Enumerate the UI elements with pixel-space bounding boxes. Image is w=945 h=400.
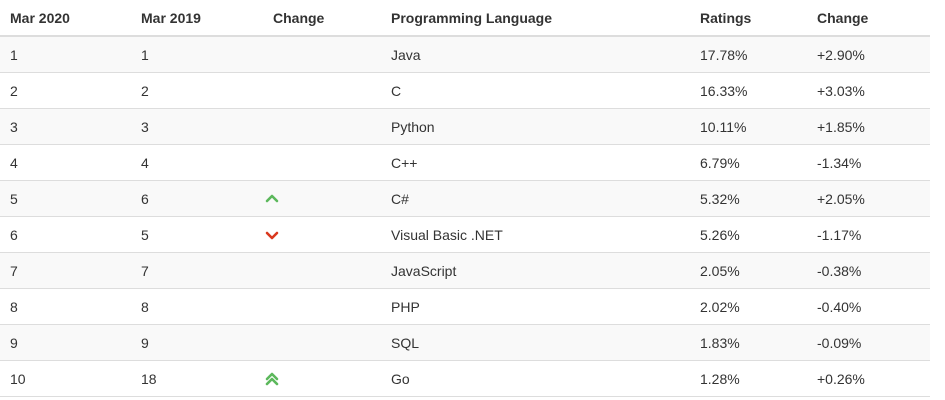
rank-2020-cell: 2 — [0, 72, 131, 109]
ranking-table: Mar 2020 Mar 2019 Change Programming Lan… — [0, 0, 930, 397]
rank-2020-cell: 4 — [0, 144, 131, 181]
col-header-language: Programming Language — [381, 0, 690, 37]
double-chevron-up-icon — [264, 371, 280, 387]
rating-change-cell: -0.38% — [807, 252, 930, 289]
rank-2020-cell: 1 — [0, 35, 131, 73]
rating-cell: 6.79% — [690, 144, 807, 181]
rank-2019-cell: 3 — [131, 108, 263, 145]
rating-change-cell: -1.34% — [807, 144, 930, 181]
table-row: 7 7 JavaScript 2.05% -0.38% — [0, 252, 930, 289]
rating-cell: 5.26% — [690, 216, 807, 253]
trend-cell — [263, 288, 381, 325]
rank-2019-cell: 6 — [131, 180, 263, 217]
chevron-down-icon — [264, 227, 280, 243]
rank-2020-cell: 7 — [0, 252, 131, 289]
rating-cell: 1.83% — [690, 324, 807, 361]
col-header-mar-2019: Mar 2019 — [131, 0, 263, 37]
table-row: 6 5 Visual Basic .NET 5.26% -1.17% — [0, 216, 930, 253]
rating-cell: 17.78% — [690, 35, 807, 73]
rating-cell: 10.11% — [690, 108, 807, 145]
rating-change-cell: +3.03% — [807, 72, 930, 109]
rating-change-cell: +2.05% — [807, 180, 930, 217]
rating-cell: 16.33% — [690, 72, 807, 109]
rank-2019-cell: 2 — [131, 72, 263, 109]
rank-2020-cell: 3 — [0, 108, 131, 145]
chevron-up-icon — [264, 191, 280, 207]
col-header-rating-change: Change — [807, 0, 930, 37]
rating-cell: 1.28% — [690, 360, 807, 397]
trend-cell — [263, 216, 381, 253]
trend-cell — [263, 72, 381, 109]
rank-2020-cell: 10 — [0, 360, 131, 397]
language-cell: Java — [381, 35, 690, 73]
rank-2019-cell: 8 — [131, 288, 263, 325]
trend-cell — [263, 180, 381, 217]
language-cell: Go — [381, 360, 690, 397]
rank-2019-cell: 1 — [131, 35, 263, 73]
rating-cell: 2.05% — [690, 252, 807, 289]
table-header: Mar 2020 Mar 2019 Change Programming Lan… — [0, 0, 930, 37]
rating-change-cell: -1.17% — [807, 216, 930, 253]
rating-change-cell: +1.85% — [807, 108, 930, 145]
trend-cell — [263, 324, 381, 361]
table-row: 4 4 C++ 6.79% -1.34% — [0, 144, 930, 181]
language-cell: C++ — [381, 144, 690, 181]
rating-change-cell: -0.40% — [807, 288, 930, 325]
table-row: 3 3 Python 10.11% +1.85% — [0, 108, 930, 145]
table-body: 1 1 Java 17.78% +2.90% 2 2 C 16.33% +3.03% 3 3 Pytho… — [0, 35, 930, 397]
rating-change-cell: +2.90% — [807, 35, 930, 73]
language-cell: SQL — [381, 324, 690, 361]
language-cell: Python — [381, 108, 690, 145]
col-header-rank-change: Change — [263, 0, 381, 37]
language-cell: C — [381, 72, 690, 109]
rating-cell: 2.02% — [690, 288, 807, 325]
rating-change-cell: +0.26% — [807, 360, 930, 397]
table-row: 1 1 Java 17.78% +2.90% — [0, 35, 930, 73]
table-row: 9 9 SQL 1.83% -0.09% — [0, 324, 930, 361]
col-header-mar-2020: Mar 2020 — [0, 0, 131, 37]
rank-2020-cell: 8 — [0, 288, 131, 325]
rank-2019-cell: 18 — [131, 360, 263, 397]
table-row: 10 18 Go 1.28% +0.26% — [0, 360, 930, 397]
col-header-ratings: Ratings — [690, 0, 807, 37]
trend-cell — [263, 35, 381, 73]
rank-2019-cell: 7 — [131, 252, 263, 289]
rating-change-cell: -0.09% — [807, 324, 930, 361]
rank-2019-cell: 4 — [131, 144, 263, 181]
rank-2019-cell: 9 — [131, 324, 263, 361]
rank-2020-cell: 9 — [0, 324, 131, 361]
language-cell: Visual Basic .NET — [381, 216, 690, 253]
table-row: 2 2 C 16.33% +3.03% — [0, 72, 930, 109]
language-cell: JavaScript — [381, 252, 690, 289]
table-row: 5 6 C# 5.32% +2.05% — [0, 180, 930, 217]
trend-cell — [263, 360, 381, 397]
rank-2020-cell: 5 — [0, 180, 131, 217]
header-row: Mar 2020 Mar 2019 Change Programming Lan… — [0, 0, 930, 37]
language-cell: PHP — [381, 288, 690, 325]
trend-cell — [263, 144, 381, 181]
rank-2020-cell: 6 — [0, 216, 131, 253]
trend-cell — [263, 252, 381, 289]
table-row: 8 8 PHP 2.02% -0.40% — [0, 288, 930, 325]
language-cell: C# — [381, 180, 690, 217]
rank-2019-cell: 5 — [131, 216, 263, 253]
rating-cell: 5.32% — [690, 180, 807, 217]
trend-cell — [263, 108, 381, 145]
